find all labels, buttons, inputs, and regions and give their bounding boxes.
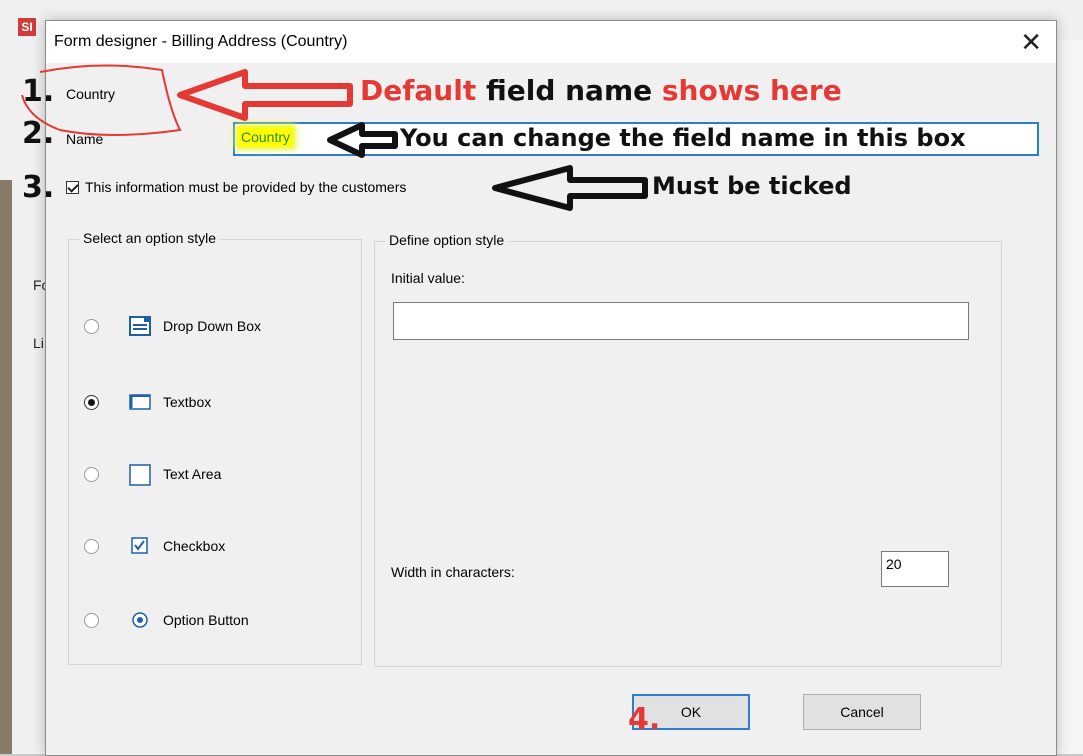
annotation-text-3: Must be ticked (652, 172, 852, 200)
black-arrow-3 (492, 165, 648, 211)
annotation-overlay (21, 64, 648, 211)
black-arrow-2 (327, 122, 398, 158)
annotation-number-4: 4. (628, 702, 661, 737)
annotation-text-1: Default field name shows here (360, 74, 842, 107)
annotation-number-2: 2. (22, 116, 55, 151)
red-arrow-1 (177, 69, 353, 121)
annotation-text-1-part-c: shows here (661, 74, 842, 107)
annotation-number-3: 3. (22, 170, 55, 205)
annotation-text-1-part-a: Default (360, 74, 477, 107)
annotation-text-1-part-b: field name (485, 74, 653, 107)
annotation-text-2: You can change the field name in this bo… (400, 124, 966, 152)
annotation-number-1: 1. (22, 74, 55, 109)
